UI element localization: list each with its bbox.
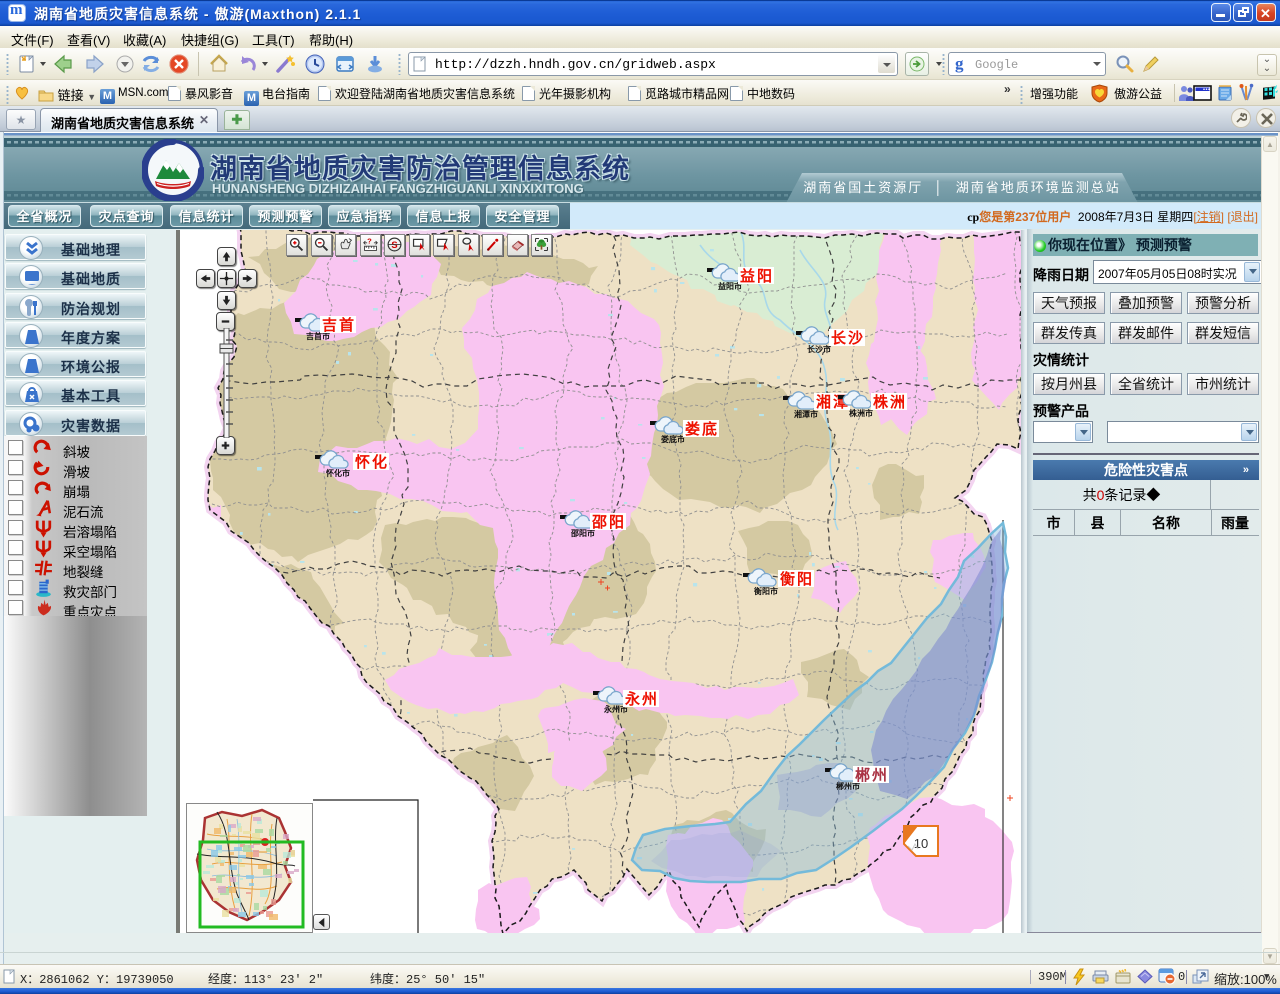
svg-text:永州: 永州: [624, 690, 659, 708]
svg-text:株洲: 株洲: [873, 393, 907, 411]
svg-text:怀化: 怀化: [355, 453, 389, 471]
svg-text:娄底市: 娄底市: [661, 434, 685, 444]
svg-text:10: 10: [914, 836, 928, 851]
svg-text:衡阳: 衡阳: [780, 570, 814, 588]
svg-text:怀化市: 怀化市: [326, 468, 350, 478]
svg-text:娄底: 娄底: [685, 420, 719, 438]
svg-text:长沙市: 长沙市: [807, 344, 831, 354]
svg-text:益阳: 益阳: [740, 267, 774, 285]
svg-text:?: ?: [367, 237, 372, 246]
svg-text:株洲市: 株洲市: [849, 408, 873, 418]
svg-text:郴州: 郴州: [855, 766, 889, 784]
svg-text:邵阳: 邵阳: [591, 514, 626, 531]
svg-text:衡阳市: 衡阳市: [754, 586, 778, 596]
svg-text:吉首: 吉首: [322, 316, 356, 334]
svg-text:长沙: 长沙: [831, 329, 865, 347]
svg-text:湘潭市: 湘潭市: [794, 409, 818, 419]
